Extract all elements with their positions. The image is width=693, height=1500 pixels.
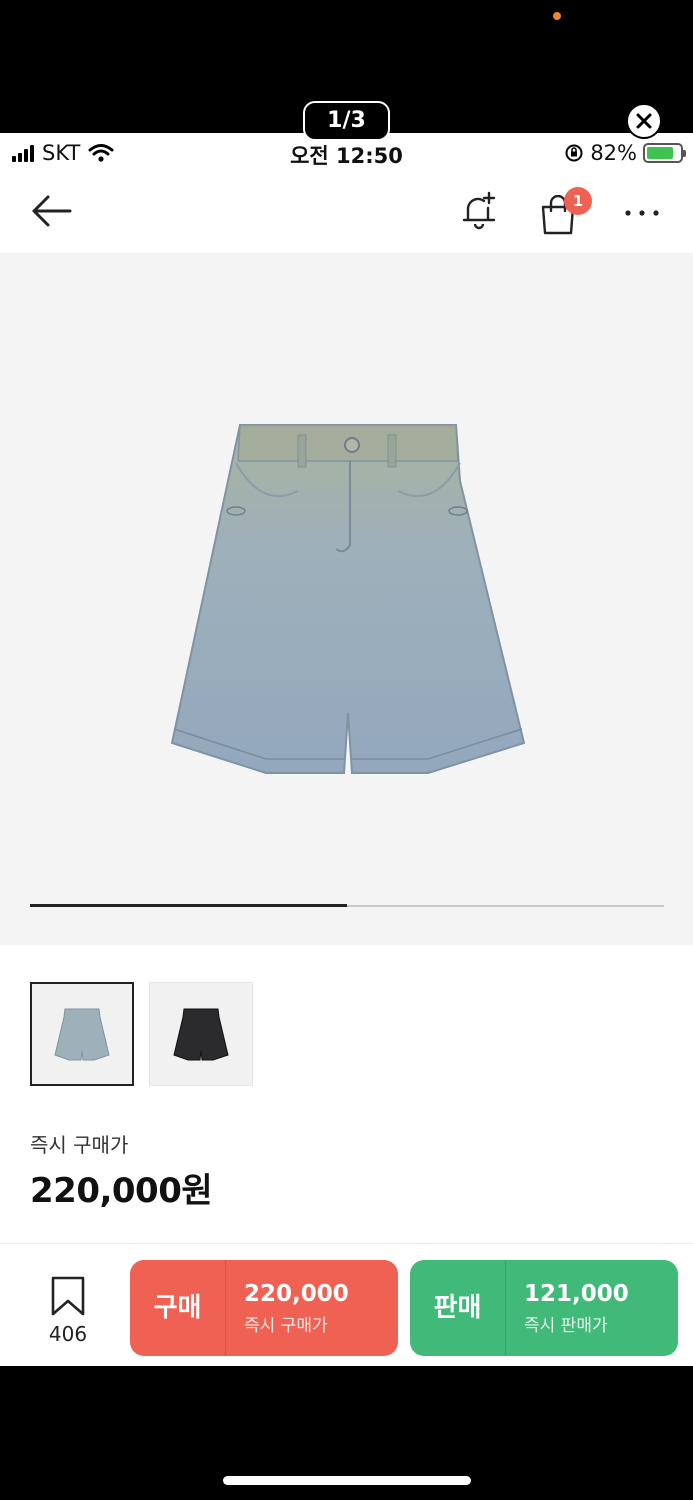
app-screen: SKT 오전 12:50 82% 1 즉시 구매가 220,000원 406 구… xyxy=(0,133,693,1366)
buy-label: 구매 xyxy=(130,1260,226,1356)
instant-buy-price-label: 즉시 구매가 xyxy=(30,1133,129,1157)
buy-button[interactable]: 구매 220,000 즉시 구매가 xyxy=(130,1260,398,1356)
bell-plus-icon[interactable] xyxy=(458,189,502,233)
battery-charging-icon xyxy=(643,143,686,163)
thumbnail-black[interactable] xyxy=(149,982,253,1086)
page-counter: 1/3 xyxy=(303,101,390,141)
top-navigation: 1 xyxy=(0,175,693,253)
buy-amount: 220,000 xyxy=(244,1280,349,1307)
instant-buy-price: 220,000원 xyxy=(30,1171,213,1211)
battery-percent: 82% xyxy=(590,141,637,165)
thumbnail-light-wash[interactable] xyxy=(30,982,134,1086)
recording-dot xyxy=(553,12,561,20)
bookmark-count: 406 xyxy=(48,1322,88,1346)
sell-subtext: 즉시 판매가 xyxy=(524,1315,608,1336)
home-indicator[interactable] xyxy=(223,1476,471,1485)
product-image-gallery[interactable] xyxy=(0,253,693,945)
bookmark-button[interactable]: 406 xyxy=(40,1276,96,1346)
sell-label: 판매 xyxy=(410,1260,506,1356)
bookmark-icon xyxy=(51,1276,85,1316)
cart-badge: 1 xyxy=(564,187,592,215)
orientation-lock-icon xyxy=(565,144,583,162)
more-horizontal-icon[interactable] xyxy=(620,195,664,231)
image-progress-track xyxy=(30,904,664,907)
image-progress-fill xyxy=(30,904,347,907)
arrow-left-icon[interactable] xyxy=(28,191,76,231)
sell-button[interactable]: 판매 121,000 즉시 판매가 xyxy=(410,1260,678,1356)
thumbnail-list xyxy=(30,982,253,1086)
bottom-action-bar: 406 구매 220,000 즉시 구매가 판매 121,000 즉시 판매가 xyxy=(0,1243,693,1366)
buy-subtext: 즉시 구매가 xyxy=(244,1315,328,1336)
denim-shorts-image xyxy=(170,424,526,774)
sell-amount: 121,000 xyxy=(524,1280,629,1307)
close-icon[interactable] xyxy=(626,103,662,139)
shopping-bag-icon[interactable]: 1 xyxy=(538,187,598,235)
